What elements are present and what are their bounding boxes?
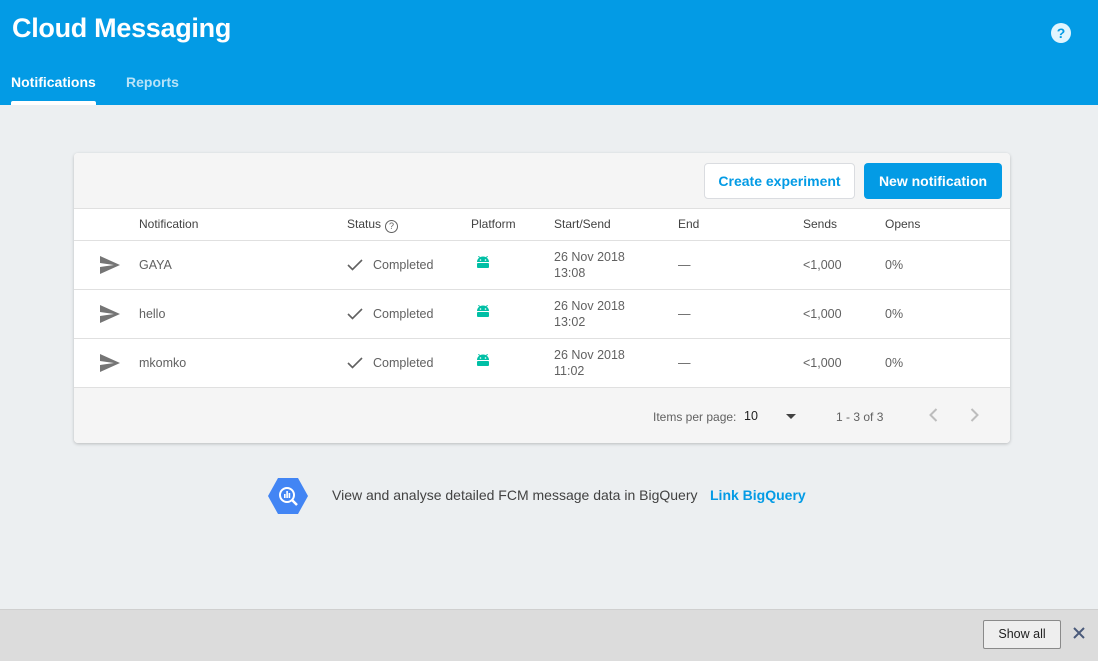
start-date: 26 Nov 2018	[554, 250, 625, 264]
create-experiment-button[interactable]: Create experiment	[704, 163, 855, 199]
end-value: —	[678, 307, 691, 321]
sends-value: <1,000	[803, 258, 842, 272]
notifications-card: Create experiment New notification Notif…	[74, 153, 1010, 443]
notification-name: GAYA	[139, 258, 172, 272]
tab-notifications[interactable]: Notifications	[11, 74, 96, 90]
status-text: Completed	[373, 258, 434, 272]
column-header-sends[interactable]: Sends	[803, 217, 837, 231]
new-notification-button[interactable]: New notification	[864, 163, 1002, 199]
column-header-status-label: Status	[347, 217, 382, 231]
items-per-page-label: Items per page:	[653, 410, 737, 424]
pagination-footer: Items per page: 10 1 - 3 of 3	[74, 388, 1010, 443]
send-icon	[100, 305, 120, 323]
start-date: 26 Nov 2018	[554, 348, 625, 362]
downloads-bar: Show all	[0, 609, 1098, 661]
table-row[interactable]: GAYA Completed 26 Nov 2018 13:08 — <1,00…	[74, 241, 1010, 290]
android-icon	[477, 305, 489, 317]
sends-value: <1,000	[803, 356, 842, 370]
notification-name: hello	[139, 307, 166, 321]
start-time: 13:02	[554, 315, 586, 329]
tab-reports[interactable]: Reports	[126, 74, 179, 90]
link-bigquery-link[interactable]: Link BigQuery	[710, 487, 806, 503]
items-per-page-select[interactable]: 10	[744, 407, 800, 425]
table-header: Notification Status? Platform Start/Send…	[74, 209, 1010, 241]
end-value: —	[678, 356, 691, 370]
pagination-range: 1 - 3 of 3	[836, 410, 884, 424]
notification-name: mkomko	[139, 356, 187, 370]
active-tab-indicator	[11, 101, 96, 105]
start-time: 11:02	[554, 364, 585, 378]
opens-value: 0%	[885, 258, 904, 272]
end-value: —	[678, 258, 691, 272]
chevron-right-icon[interactable]	[966, 407, 982, 423]
status-text: Completed	[373, 307, 434, 321]
card-toolbar: Create experiment New notification	[74, 153, 1010, 209]
chevron-left-icon[interactable]	[926, 407, 942, 423]
bigquery-description: View and analyse detailed FCM message da…	[332, 487, 698, 503]
check-icon	[347, 259, 363, 271]
app-header: Cloud Messaging ? Notifications Reports	[0, 0, 1098, 105]
column-header-end[interactable]: End	[678, 217, 699, 231]
column-header-start-send[interactable]: Start/Send	[554, 217, 611, 231]
start-date: 26 Nov 2018	[554, 299, 625, 313]
android-icon	[477, 256, 489, 268]
android-icon	[477, 354, 489, 366]
status-text: Completed	[373, 356, 434, 370]
column-header-platform[interactable]: Platform	[471, 217, 516, 231]
sends-value: <1,000	[803, 307, 842, 321]
column-header-notification[interactable]: Notification	[139, 217, 198, 231]
bigquery-logo-icon	[268, 478, 308, 514]
help-circle-icon[interactable]: ?	[1051, 23, 1071, 43]
show-all-button[interactable]: Show all	[983, 620, 1061, 649]
items-per-page-value: 10	[744, 409, 758, 423]
send-icon	[100, 354, 120, 372]
dropdown-caret-icon	[786, 414, 796, 419]
start-time: 13:08	[554, 266, 586, 280]
opens-value: 0%	[885, 307, 904, 321]
close-icon[interactable]	[1073, 627, 1085, 639]
column-header-status[interactable]: Status?	[347, 217, 399, 233]
column-header-opens[interactable]: Opens	[885, 217, 920, 231]
send-icon	[100, 256, 120, 274]
table-row[interactable]: hello Completed 26 Nov 2018 13:02 — <1,0…	[74, 290, 1010, 339]
page-title: Cloud Messaging	[12, 13, 232, 43]
help-circle-icon[interactable]: ?	[385, 220, 399, 233]
check-icon	[347, 308, 363, 320]
table-row[interactable]: mkomko Completed 26 Nov 2018 11:02 — <1,…	[74, 339, 1010, 388]
check-icon	[347, 357, 363, 369]
opens-value: 0%	[885, 356, 904, 370]
